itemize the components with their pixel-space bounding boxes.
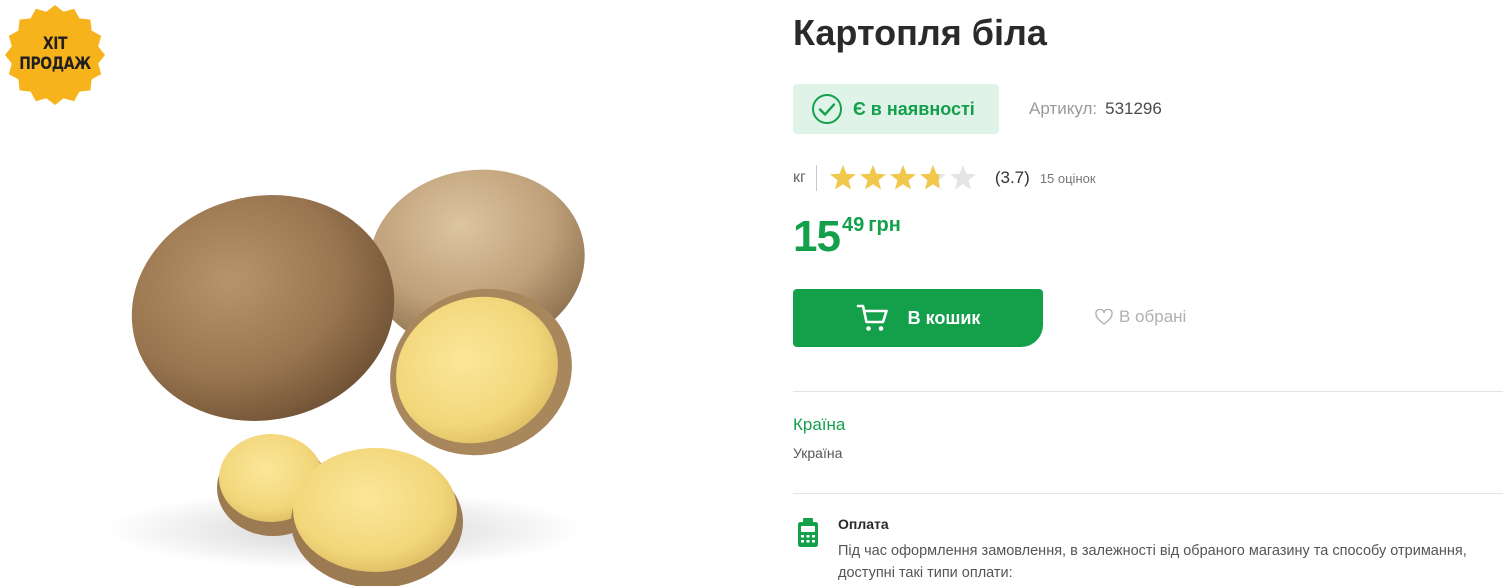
- rating-value: (3.7): [994, 168, 1030, 187]
- stock-status-badge: Є в наявності: [793, 84, 999, 134]
- price: 15 49 грн: [793, 212, 901, 262]
- rating-row: кг (3.7) 15 оцінок: [793, 163, 1096, 193]
- add-to-cart-button[interactable]: В кошик: [793, 289, 1043, 347]
- add-to-cart-label: В кошик: [907, 307, 981, 328]
- stars-filled: [829, 164, 939, 192]
- price-currency: грн: [868, 214, 901, 236]
- bestseller-badge: ХІТ ПРОДАЖ: [4, 4, 106, 106]
- price-cents: 49: [841, 214, 865, 236]
- payment-title: Оплата: [838, 516, 889, 532]
- payment-description: Під час оформлення замовлення, в залежно…: [838, 543, 1467, 581]
- heart-icon: [1095, 309, 1113, 325]
- product-title: Картопля біла: [793, 12, 1047, 53]
- product-info: Картопля біла Є в наявності Артикул: 5312…: [793, 0, 1508, 586]
- star-empty-icon: [950, 165, 976, 190]
- badge-line-2: ПРОДАЖ: [19, 54, 91, 74]
- country-attribute-value: Україна: [793, 445, 843, 461]
- section-divider: [793, 391, 1503, 392]
- stock-status-label: Є в наявності: [853, 98, 975, 119]
- star-filled-icon: [890, 165, 916, 190]
- price-main: 15: [793, 212, 841, 261]
- potato-image: [105, 169, 585, 586]
- star-filled-icon: [920, 165, 939, 190]
- divider: [815, 165, 817, 191]
- country-attribute-label[interactable]: Країна: [793, 415, 845, 435]
- sku-label: Артикул:: [1029, 99, 1098, 118]
- add-to-favorites-button[interactable]: В обрані: [1095, 307, 1186, 327]
- star-rating[interactable]: [829, 164, 979, 192]
- payment-terminal-icon: [798, 518, 818, 547]
- stars-filled-icon: [830, 165, 939, 190]
- sku-value: 531296: [1105, 99, 1162, 118]
- add-to-favorites-label: В обрані: [1119, 307, 1187, 326]
- section-divider: [793, 493, 1503, 494]
- product-gallery: ХІТ ПРОДАЖ: [0, 0, 760, 586]
- rating-count[interactable]: 15 оцінок: [1040, 171, 1096, 186]
- check-circle-icon: [812, 94, 842, 124]
- unit-label: кг: [793, 169, 806, 186]
- star-filled-icon: [860, 165, 886, 190]
- badge-line-1: ХІТ: [42, 34, 68, 54]
- cart-icon: [856, 304, 888, 331]
- star-filled-icon: [830, 165, 856, 190]
- sku: Артикул: 531296: [1029, 99, 1162, 119]
